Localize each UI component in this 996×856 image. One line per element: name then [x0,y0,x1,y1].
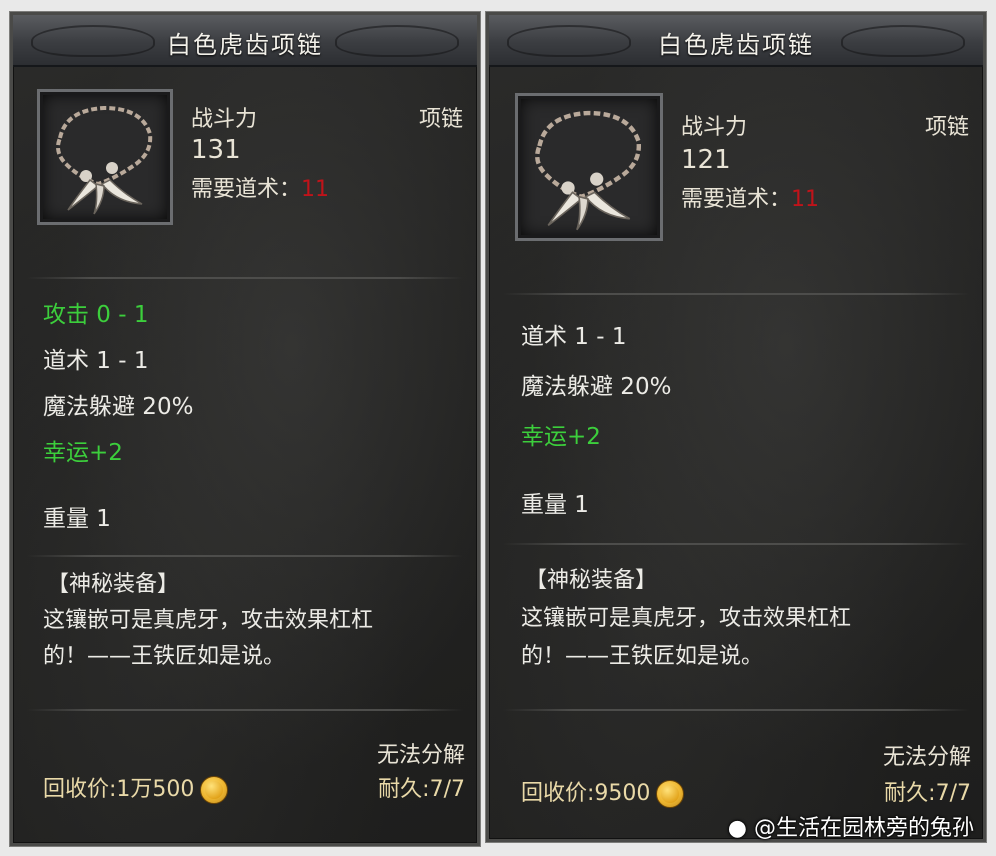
tiger-tooth-necklace-icon [56,105,153,215]
stat-taoism: 道术 1 - 1 [521,324,627,350]
description-line-1: 这镶嵌可是真虎牙，攻击效果杠杠 [43,608,374,633]
item-type: 项链 [418,107,463,132]
recycle-price-text: 回收价:1万500 [43,777,195,802]
weight: 重量 1 [521,492,589,518]
power-value: 121 [681,145,731,175]
divider [27,709,463,711]
durability: 耐久:7/7 [884,781,971,806]
requirement-value: 11 [301,177,330,202]
divider [503,293,969,295]
item-slot[interactable] [515,93,663,241]
description-line-1: 这镶嵌可是真虎牙，攻击效果杠杠 [521,606,852,631]
power-value: 131 [191,135,241,165]
description-line-2: 的！——王铁匠如是说。 [521,644,764,669]
watermark: ● @生活在园林旁的兔孙 [728,810,974,842]
stat-magic-evasion: 魔法躲避 20% [43,394,194,420]
gold-coin-icon [200,776,229,804]
item-slot[interactable] [37,89,173,225]
item-tooltip-left: 白色虎齿项链 战斗力 131 项链 需要道术：11 攻击 0 - 1 道术 1 … [10,12,480,846]
stat-magic-evasion: 魔法躲避 20% [521,374,672,400]
gold-coin-icon [656,780,685,808]
no-decompose: 无法分解 [882,745,971,770]
weight: 重量 1 [43,506,111,532]
no-decompose: 无法分解 [376,743,465,768]
recycle-price: 回收价:9500 [521,775,685,808]
requirement-value: 11 [791,187,820,212]
stat-luck: 幸运+2 [43,440,123,466]
requirement-label: 需要道术： [681,187,792,212]
divider [503,709,969,711]
watermark-text: @生活在园林旁的兔孙 [753,816,974,841]
divider [503,543,969,545]
requirement-label: 需要道术： [191,177,302,202]
requirement: 需要道术：11 [191,171,329,203]
divider [27,555,463,557]
item-tooltip-right: 白色虎齿项链 战斗力 121 项链 需要道术：11 道术 1 - 1 魔法躲避 … [486,12,986,842]
tooltip-header: 白色虎齿项链 [13,15,477,67]
stat-taoism: 道术 1 - 1 [43,348,149,374]
recycle-price-text: 回收价:9500 [521,781,651,806]
mystery-header: 【神秘装备】 [47,572,180,597]
item-title: 白色虎齿项链 [167,31,323,59]
item-type: 项链 [924,115,969,140]
tiger-tooth-necklace-icon [535,110,642,231]
paw-icon: ● [727,816,747,841]
durability: 耐久:7/7 [378,777,465,802]
power-label: 战斗力 [191,107,258,132]
requirement: 需要道术：11 [681,181,819,213]
recycle-price: 回收价:1万500 [43,771,229,804]
tooltip-header: 白色虎齿项链 [489,15,983,67]
divider [27,277,463,279]
item-title: 白色虎齿项链 [658,31,814,59]
stat-luck: 幸运+2 [521,424,601,450]
stat-attack: 攻击 0 - 1 [43,302,149,328]
power-label: 战斗力 [681,115,748,140]
description-line-2: 的！——王铁匠如是说。 [43,644,286,669]
mystery-header: 【神秘装备】 [525,568,658,593]
